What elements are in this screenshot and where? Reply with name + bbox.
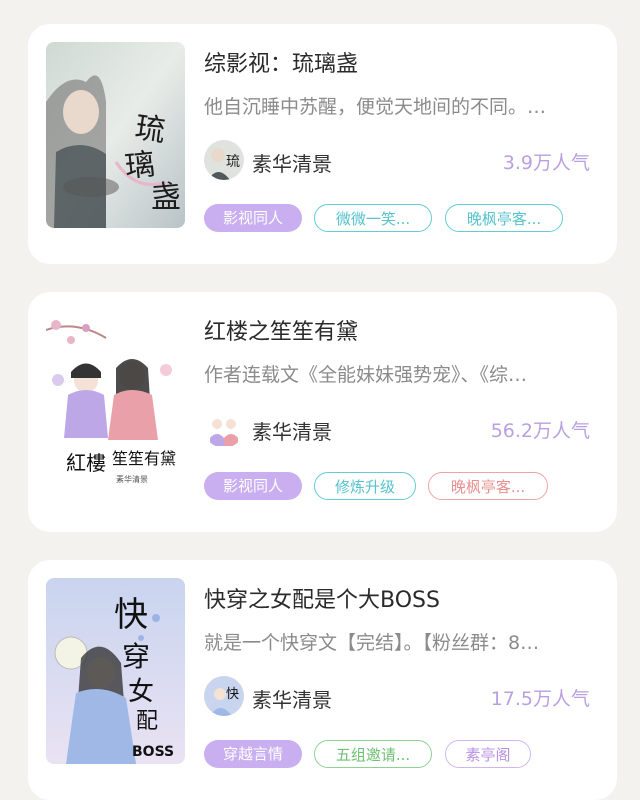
book-description: 他自沉睡中苏醒，便觉天地间的不同。… <box>204 96 547 118</box>
svg-text:穿: 穿 <box>122 640 150 673</box>
author-avatar[interactable]: 琉 <box>204 140 244 180</box>
svg-text:BOSS: BOSS <box>132 744 174 760</box>
svg-text:盏: 盏 <box>151 180 181 215</box>
svg-text:素华清景: 素华清景 <box>116 474 148 484</box>
book-cover-image[interactable]: 琉 璃 盏 <box>46 42 185 228</box>
tag[interactable]: 五组邀请... <box>314 740 432 768</box>
svg-text:配: 配 <box>136 709 158 734</box>
book-title[interactable]: 红楼之笙笙有黛 <box>204 314 358 346</box>
book-card[interactable]: 琉 璃 盏 综影视：琉璃盏 他自沉睡中苏醒，便觉天地间的不同。… 琉 素华清景 … <box>28 24 617 264</box>
svg-text:快: 快 <box>114 595 148 635</box>
book-card[interactable]: 紅樓 笙笙有黛 素华清景 红楼之笙笙有黛 作者连载文《全能妹妹强势宠》、《综… … <box>28 292 617 532</box>
popularity-count: 3.9万人气 <box>502 152 590 174</box>
author-row: 琉 素华清景 3.9万人气 <box>204 140 590 184</box>
book-cover-image[interactable]: 紅樓 笙笙有黛 素华清景 <box>46 310 185 496</box>
svg-text:琉: 琉 <box>226 154 240 170</box>
book-card[interactable]: 快 穿 女 配 BOSS 快穿之女配是个大BOSS 就是一个快穿文【完结】。【粉… <box>28 560 617 800</box>
svg-text:琉: 琉 <box>133 110 168 149</box>
tag[interactable]: 影视同人 <box>204 472 302 500</box>
popularity-count: 17.5万人气 <box>490 688 590 710</box>
book-description: 就是一个快穿文【完结】。【粉丝群：8… <box>204 632 540 654</box>
author-name[interactable]: 素华清景 <box>252 416 332 445</box>
svg-text:快: 快 <box>226 687 239 702</box>
author-row: 快 素华清景 17.5万人气 <box>204 676 590 720</box>
tag[interactable]: 影视同人 <box>204 204 302 232</box>
author-avatar[interactable]: 快 <box>204 676 244 716</box>
book-title[interactable]: 综影视：琉璃盏 <box>204 46 358 78</box>
book-cover-image[interactable]: 快 穿 女 配 BOSS <box>46 578 185 764</box>
tag[interactable]: 晚枫亭客... <box>445 204 563 232</box>
book-title[interactable]: 快穿之女配是个大BOSS <box>204 582 440 614</box>
popularity-count: 56.2万人气 <box>490 420 590 442</box>
svg-text:女: 女 <box>128 677 154 707</box>
svg-text:笙笙有黛: 笙笙有黛 <box>112 449 176 468</box>
author-name[interactable]: 素华清景 <box>252 684 332 713</box>
svg-text:紅樓: 紅樓 <box>66 451 106 475</box>
author-row: 素华清景 56.2万人气 <box>204 408 590 452</box>
tag[interactable]: 素亭阁 <box>445 740 531 768</box>
tag[interactable]: 穿越言情 <box>204 740 302 768</box>
tag[interactable]: 修炼升级 <box>314 472 416 500</box>
author-avatar[interactable] <box>204 408 244 448</box>
tag[interactable]: 微微一笑... <box>314 204 432 232</box>
author-name[interactable]: 素华清景 <box>252 148 332 177</box>
book-description: 作者连载文《全能妹妹强势宠》、《综… <box>204 364 528 386</box>
tag[interactable]: 晚枫亭客... <box>428 472 548 500</box>
